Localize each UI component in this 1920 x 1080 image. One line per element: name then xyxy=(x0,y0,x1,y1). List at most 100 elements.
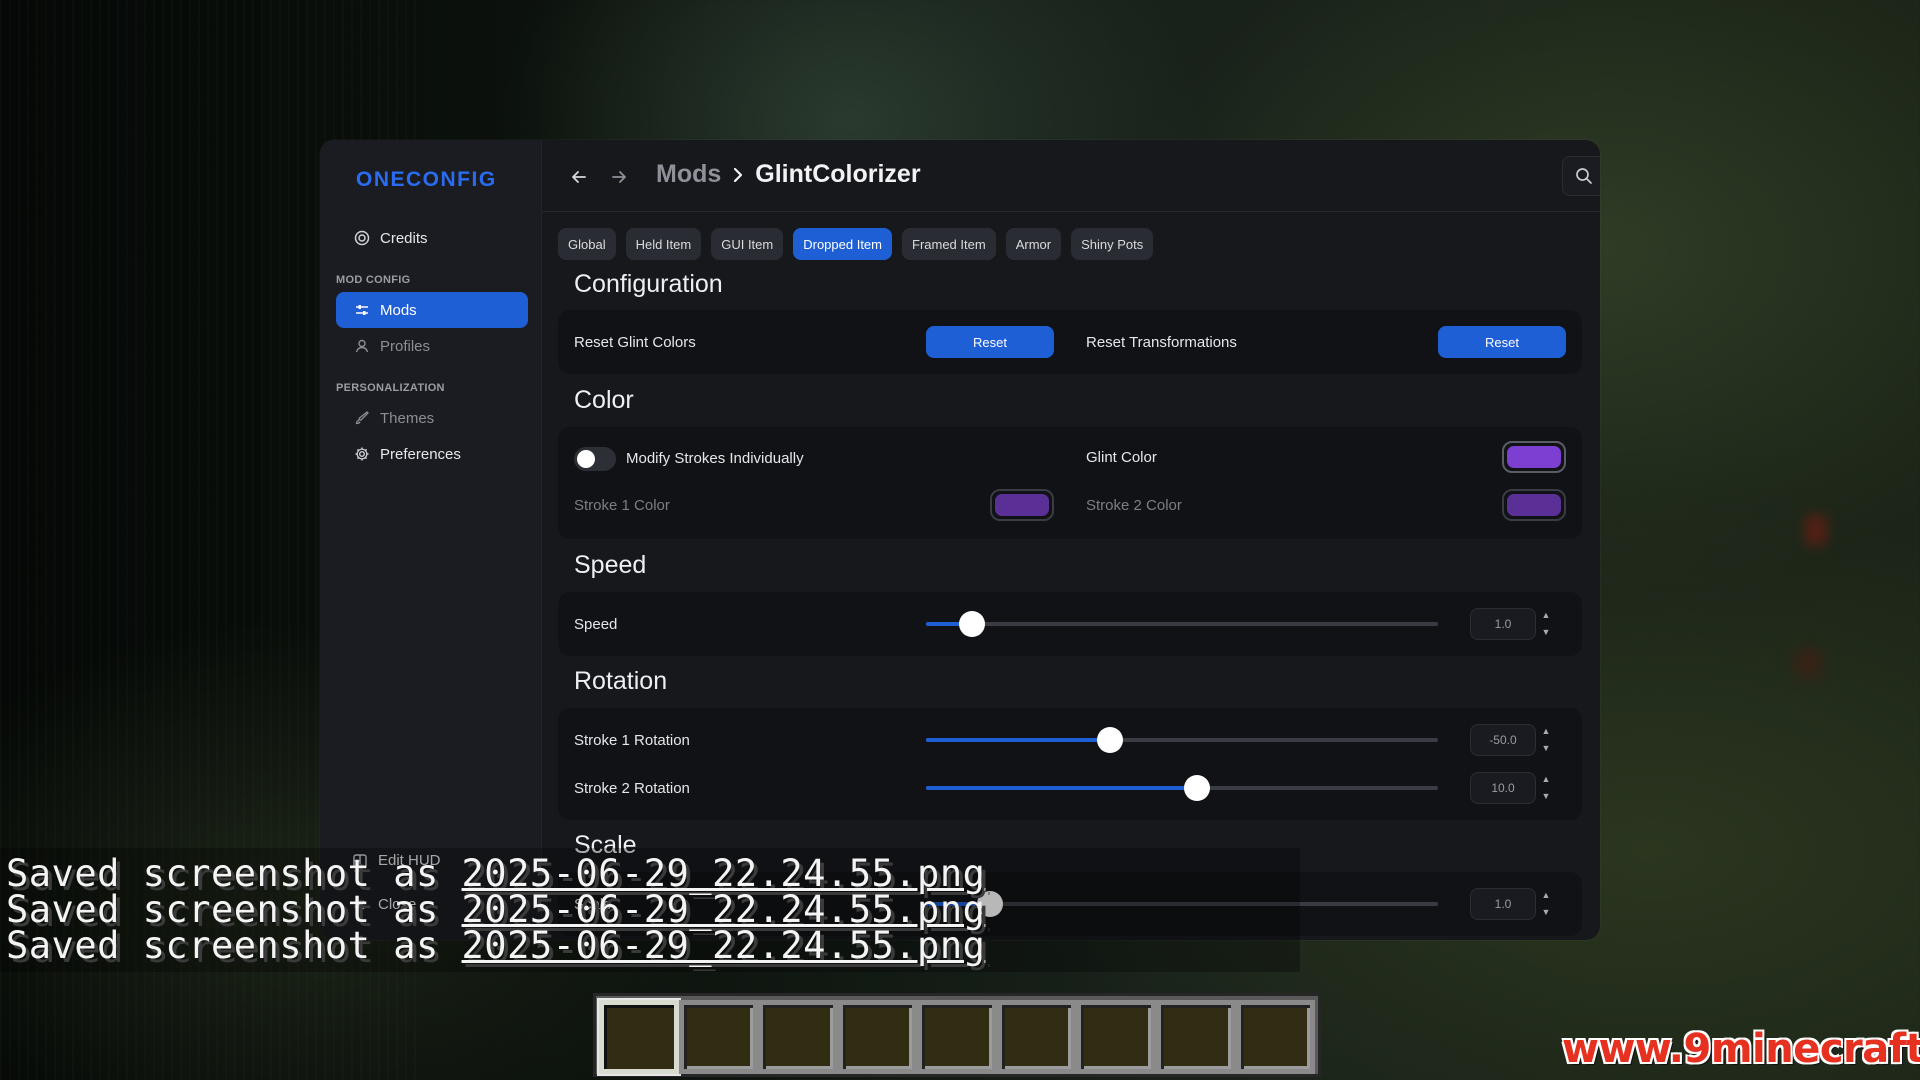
hotbar-slot[interactable] xyxy=(1155,1000,1236,1074)
chat-line: Saved screenshot as 2025-06-29_22.24.55.… xyxy=(6,927,985,964)
search-icon xyxy=(1576,168,1592,184)
speed-label: Speed xyxy=(574,616,618,633)
stroke2-rotation-input[interactable]: 10.0 xyxy=(1470,772,1536,804)
background-lava-2 xyxy=(1795,650,1821,676)
back-button[interactable] xyxy=(566,164,592,190)
arrow-left-icon xyxy=(572,171,586,183)
hotbar-slot[interactable] xyxy=(917,1000,997,1074)
sidebar-item-profiles[interactable]: Profiles xyxy=(336,328,528,364)
stroke2-rotation-stepper[interactable]: ▲ ▼ xyxy=(1540,773,1552,803)
user-icon xyxy=(354,338,370,354)
hotbar-slot[interactable] xyxy=(678,1000,759,1074)
oneconfig-logo: ONECONFIG xyxy=(356,168,497,191)
stroke1-rotation-label: Stroke 1 Rotation xyxy=(574,732,690,749)
tab-dropped-item[interactable]: Dropped Item xyxy=(793,228,892,260)
stroke2-color-fill xyxy=(1507,494,1561,516)
rotation-card: Stroke 1 Rotation -50.0 ▲ ▼ Stroke 2 Rot… xyxy=(558,708,1582,820)
speed-value-input[interactable]: 1.0 xyxy=(1470,608,1536,640)
sidebar-item-preferences[interactable]: Preferences xyxy=(336,436,528,472)
hotbar-slot-selected[interactable] xyxy=(599,1000,679,1074)
rotation-heading: Rotation xyxy=(574,667,668,695)
sidebar-item-themes[interactable]: Themes xyxy=(336,400,528,436)
stroke2-rotation-thumb[interactable] xyxy=(1184,775,1211,801)
speed-heading: Speed xyxy=(574,551,647,579)
speed-card: Speed 1.0 ▲ ▼ xyxy=(558,592,1582,656)
credits-icon xyxy=(354,230,370,246)
gear-icon xyxy=(354,446,370,462)
brush-icon xyxy=(354,410,370,426)
reset-transform-button[interactable]: Reset xyxy=(1438,326,1566,358)
chevron-down-icon[interactable]: ▼ xyxy=(1542,790,1551,803)
tab-shiny-pots[interactable]: Shiny Pots xyxy=(1071,228,1154,260)
hotbar-slot[interactable] xyxy=(1235,1000,1316,1074)
hotbar-slot[interactable] xyxy=(758,1000,838,1074)
stroke1-rotation-slider[interactable] xyxy=(926,727,1438,753)
speed-slider[interactable] xyxy=(926,611,1438,637)
chevron-down-icon[interactable]: ▼ xyxy=(1542,906,1551,919)
oneconfig-window: ONECONFIG Credits MOD CONFIG Mods Profil… xyxy=(320,140,1600,940)
chevron-up-icon[interactable]: ▲ xyxy=(1542,773,1551,786)
sidebar-item-mods[interactable]: Mods xyxy=(336,292,528,328)
chevron-up-icon[interactable]: ▲ xyxy=(1542,889,1551,902)
stroke1-rotation-stepper[interactable]: ▲ ▼ xyxy=(1540,725,1552,755)
chevron-up-icon[interactable]: ▲ xyxy=(1542,725,1551,738)
sidebar-item-label: Themes xyxy=(380,409,435,427)
chevron-down-icon[interactable]: ▼ xyxy=(1542,626,1551,639)
chevron-down-icon[interactable]: ▼ xyxy=(1542,742,1551,755)
stroke1-color-swatch[interactable] xyxy=(990,489,1054,521)
search-box[interactable] xyxy=(1562,156,1600,196)
glint-color-label: Glint Color xyxy=(1086,449,1157,466)
stroke2-color-swatch[interactable] xyxy=(1502,489,1566,521)
breadcrumb-parent[interactable]: Mods xyxy=(656,160,721,189)
background-lava xyxy=(1805,515,1827,545)
scale-stepper[interactable]: ▲ ▼ xyxy=(1540,889,1552,919)
chat-filename-link[interactable]: 2025-06-29_22.24.55.png xyxy=(462,924,986,967)
hotbar-slot[interactable] xyxy=(837,1000,918,1074)
breadcrumb: Mods GlintColorizer xyxy=(656,160,921,189)
sidebar-item-label: Credits xyxy=(380,229,428,247)
glint-color-swatch[interactable] xyxy=(1502,441,1566,473)
stroke1-rotation-fill xyxy=(926,738,1111,742)
color-card: Modify Strokes Individually Glint Color … xyxy=(558,427,1582,539)
configuration-heading: Configuration xyxy=(574,270,723,298)
chat-log: Saved screenshot as 2025-06-29_22.24.55.… xyxy=(6,855,985,964)
mod-config-section-label: MOD CONFIG xyxy=(336,274,411,286)
chevron-up-icon[interactable]: ▲ xyxy=(1542,609,1551,622)
watermark-text: www.9minecraft.net xyxy=(1562,1026,1920,1072)
modify-strokes-toggle[interactable] xyxy=(574,447,616,471)
scale-value-input[interactable]: 1.0 xyxy=(1470,888,1536,920)
page-title: GlintColorizer xyxy=(755,160,921,188)
stroke1-rotation-input[interactable]: -50.0 xyxy=(1470,724,1536,756)
hotbar xyxy=(593,993,1321,1077)
sidebar-item-label: Mods xyxy=(380,301,417,319)
sliders-icon xyxy=(354,302,370,318)
stroke2-rotation-slider[interactable] xyxy=(926,775,1438,801)
tab-gui-item[interactable]: GUI Item xyxy=(711,228,784,260)
sidebar: ONECONFIG Credits MOD CONFIG Mods Profil… xyxy=(320,140,542,940)
personalization-section-label: PERSONALIZATION xyxy=(336,382,445,394)
modify-strokes-label: Modify Strokes Individually xyxy=(626,450,804,467)
sidebar-item-label: Profiles xyxy=(380,337,431,355)
speed-slider-thumb[interactable] xyxy=(959,611,986,637)
chevron-right-icon xyxy=(731,165,745,185)
tab-framed-item[interactable]: Framed Item xyxy=(902,228,996,260)
tab-global[interactable]: Global xyxy=(558,228,616,260)
stroke1-color-label: Stroke 1 Color xyxy=(574,497,670,514)
color-heading: Color xyxy=(574,386,634,414)
reset-glint-button[interactable]: Reset xyxy=(926,326,1054,358)
chat-prefix: Saved screenshot as xyxy=(6,924,462,967)
stroke1-color-fill xyxy=(995,494,1049,516)
sub-tabs: Global Held Item GUI Item Dropped Item F… xyxy=(558,228,1154,260)
speed-stepper[interactable]: ▲ ▼ xyxy=(1540,609,1552,639)
tab-armor[interactable]: Armor xyxy=(1005,228,1062,260)
glint-color-fill xyxy=(1507,446,1561,468)
sidebar-item-credits[interactable]: Credits xyxy=(336,220,528,256)
hotbar-slot[interactable] xyxy=(1076,1000,1156,1074)
configuration-card: Reset Glint Colors Reset Reset Transform… xyxy=(558,310,1582,374)
stroke1-rotation-thumb[interactable] xyxy=(1097,727,1124,753)
forward-button[interactable] xyxy=(606,164,632,190)
chat-line: Saved screenshot as 2025-06-29_22.24.55.… xyxy=(6,855,985,892)
hotbar-slot[interactable] xyxy=(996,1000,1077,1074)
reset-transform-label: Reset Transformations xyxy=(1086,334,1237,351)
tab-held-item[interactable]: Held Item xyxy=(625,228,702,260)
